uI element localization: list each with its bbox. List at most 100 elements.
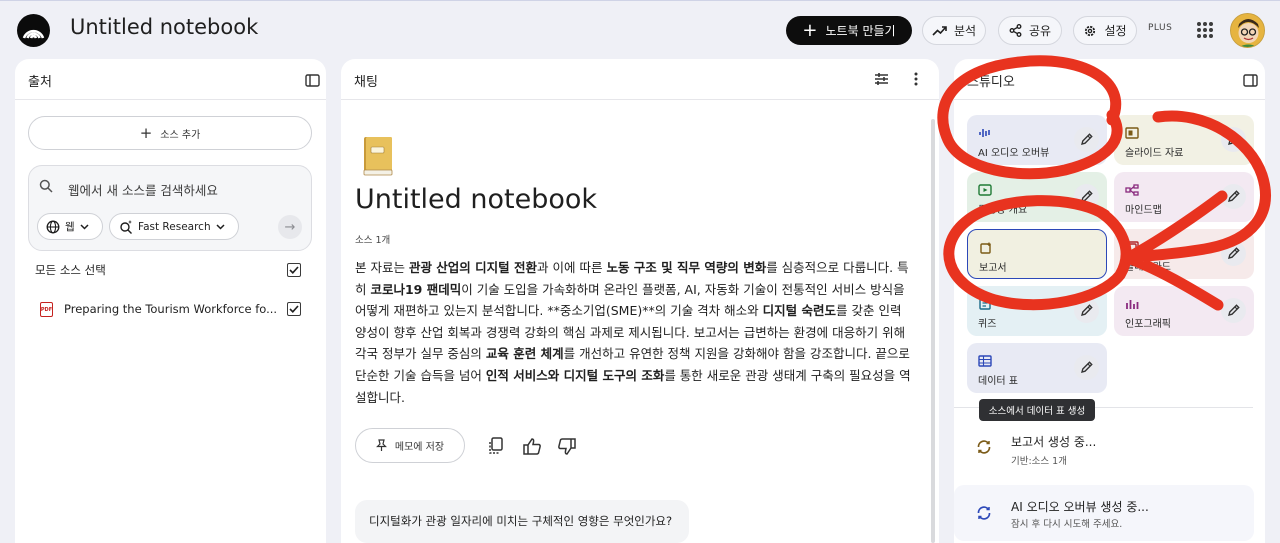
source-count: 소스 1개 (355, 235, 391, 246)
mindmap-icon (1125, 181, 1139, 196)
summary-emphasis: 디지털 숙련도 (762, 303, 836, 319)
summary-text: 본 자료는 (355, 260, 409, 275)
sync-icon (976, 439, 992, 459)
studio-tile[interactable]: 플래시카드 (1114, 229, 1254, 279)
notebook-heading: Untitled notebook (355, 184, 598, 215)
studio-tile[interactable]: 보고서 (967, 229, 1107, 279)
collapse-panel-icon[interactable] (302, 70, 322, 90)
globe-icon (46, 220, 60, 233)
tune-settings-icon[interactable] (871, 69, 891, 89)
notebooklm-logo-icon[interactable] (17, 14, 50, 47)
web-chip-label: 웹 (65, 221, 75, 233)
report-icon (979, 239, 993, 254)
research-mode-dropdown[interactable]: Fast Research (109, 213, 239, 240)
select-all-label: 모든 소스 선택 (35, 263, 106, 277)
studio-tile-label: 데이터 표 (978, 376, 1018, 387)
studio-tile[interactable]: 인포그래픽 (1114, 286, 1254, 336)
studio-tile[interactable]: 퀴즈 (967, 286, 1107, 336)
summary-emphasis: 노동 구조 및 직무 역량의 변화 (606, 260, 767, 275)
sources-panel-title: 출처 (28, 75, 52, 90)
web-search-box: 웹에서 새 소스를 검색하세요 웹 Fast Research → (28, 165, 312, 251)
notebook-title[interactable]: Untitled notebook (70, 15, 258, 39)
studio-panel-title: 스튜디오 (967, 75, 1015, 90)
research-chip-label: Fast Research (138, 220, 211, 233)
share-label: 공유 (1028, 24, 1052, 38)
avatar[interactable] (1230, 13, 1265, 48)
studio-tile-label: 인포그래픽 (1125, 319, 1171, 330)
notebook-emoji-icon (360, 135, 396, 177)
source-item-name[interactable]: Preparing the Tourism Workforce fo... (64, 302, 277, 316)
save-to-note-button[interactable]: 메모에 저장 (355, 428, 465, 463)
edit-pencil-icon[interactable] (1074, 127, 1099, 152)
top-bar: Untitled notebook + 노트북 만들기 분석 공유 설정 PLU… (0, 0, 1280, 58)
studio-tile-label: AI 오디오 오버뷰 (978, 148, 1050, 159)
chevron-down-icon (80, 223, 89, 230)
generating-item[interactable]: 보고서 생성 중... 기반:소스 1개 (954, 423, 1254, 479)
summary-emphasis: 코로나19 팬데믹 (370, 281, 462, 297)
studio-tile[interactable]: 마인드맵 (1114, 172, 1254, 222)
trending-up-icon (932, 25, 947, 36)
thumbs-down-icon[interactable] (557, 436, 577, 456)
notebook-summary: 본 자료는 관광 산업의 디지털 전환과 이에 따른 노동 구조 및 직무 역량… (355, 257, 915, 408)
studio-tile[interactable]: 동영상 개요 (967, 172, 1107, 222)
more-vert-icon[interactable] (906, 69, 926, 89)
sources-panel: 출처 + 소스 추가 웹에서 새 소스를 검색하세요 웹 Fast Resear… (15, 59, 326, 543)
edit-pencil-icon[interactable] (1221, 298, 1246, 323)
summary-text: 과 이에 따른 (537, 260, 607, 275)
select-all-checkbox[interactable] (287, 263, 301, 277)
audio-icon (978, 124, 992, 137)
apps-grid-icon[interactable] (1197, 22, 1213, 38)
table-icon (978, 352, 992, 367)
sparkle-search-icon (120, 220, 132, 234)
studio-tile-label: 마인드맵 (1125, 205, 1162, 216)
plus-icon: + (802, 19, 818, 41)
analytics-label: 분석 (953, 24, 977, 38)
create-notebook-label: 노트북 만들기 (825, 24, 896, 38)
source-item-checkbox[interactable] (287, 302, 301, 316)
edit-pencil-icon[interactable] (1221, 127, 1246, 152)
divider (954, 99, 1265, 100)
copy-icon[interactable] (486, 436, 506, 456)
edit-pencil-icon[interactable] (1074, 298, 1099, 323)
video-icon (978, 181, 992, 196)
save-to-note-label: 메모에 저장 (394, 442, 445, 453)
studio-tile-label: 슬라이드 자료 (1125, 148, 1184, 159)
chat-scrollbar[interactable] (931, 119, 935, 543)
search-input[interactable]: 웹에서 새 소스를 검색하세요 (68, 180, 218, 199)
generating-title: AI 오디오 오버뷰 생성 중... (1011, 500, 1149, 514)
settings-label: 설정 (1104, 24, 1127, 38)
generating-subtitle: 기반:소스 1개 (1011, 456, 1067, 467)
add-source-label: 소스 추가 (160, 129, 201, 141)
studio-tile[interactable]: 데이터 표 (967, 343, 1107, 393)
edit-pencil-icon[interactable] (1074, 355, 1099, 380)
edit-pencil-icon[interactable] (1221, 241, 1246, 266)
pdf-icon: PDF (40, 302, 53, 317)
share-button[interactable]: 공유 (998, 16, 1062, 45)
sync-icon (976, 505, 992, 525)
edit-pencil-icon[interactable] (1074, 184, 1099, 209)
studio-tile-label: 동영상 개요 (978, 205, 1028, 216)
thumbs-up-icon[interactable] (522, 436, 542, 456)
slides-icon (1125, 124, 1139, 139)
collapse-panel-icon[interactable] (1240, 70, 1260, 90)
generating-item[interactable]: AI 오디오 오버뷰 생성 중... 잠시 후 다시 시도해 주세요. (954, 485, 1254, 541)
check-icon (289, 305, 299, 313)
arrow-right-icon: → (284, 219, 296, 235)
studio-tile[interactable]: 슬라이드 자료 (1114, 115, 1254, 165)
create-notebook-button[interactable]: + 노트북 만들기 (786, 16, 912, 45)
studio-tile-label: 플래시카드 (1125, 262, 1171, 273)
settings-button[interactable]: 설정 (1073, 16, 1137, 45)
edit-pencil-icon[interactable] (1221, 184, 1246, 209)
studio-tile[interactable]: AI 오디오 오버뷰 (967, 115, 1107, 165)
chat-panel-title: 채팅 (354, 75, 378, 90)
suggested-question[interactable]: 디지털화가 관광 일자리에 미치는 구체적인 영향은 무엇인가요? (355, 500, 689, 543)
check-icon (289, 266, 299, 274)
chat-panel: 채팅 Untitled notebook 소스 1개 본 자료는 관광 산업의 … (341, 59, 939, 543)
tooltip: 소스에서 데이터 표 생성 (979, 399, 1095, 421)
submit-search-button[interactable]: → (278, 215, 302, 239)
divider (15, 99, 326, 100)
add-source-button[interactable]: + 소스 추가 (28, 116, 312, 150)
web-source-dropdown[interactable]: 웹 (37, 213, 103, 240)
analytics-button[interactable]: 분석 (922, 16, 986, 45)
studio-panel: 스튜디오 AI 오디오 오버뷰 슬라이드 자료동영상 개요 마인드맵보고서 플래시카드… (954, 59, 1265, 543)
